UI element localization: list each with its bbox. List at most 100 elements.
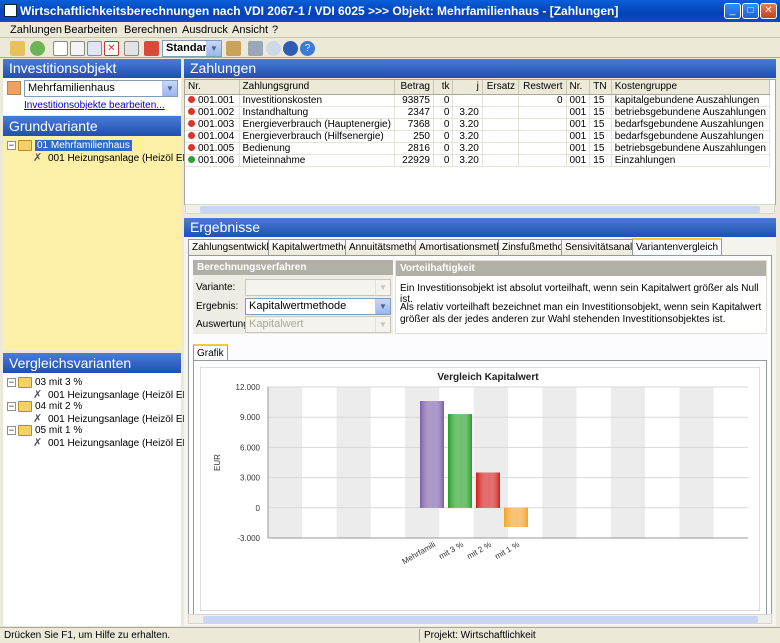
style-select[interactable]: Standard ▼: [162, 40, 222, 57]
expense-status-icon: [188, 144, 195, 152]
menu-zahlungen[interactable]: Zahlungen: [10, 22, 62, 38]
grund-header: Grundvariante: [3, 116, 181, 136]
ergebnisse-hscroll[interactable]: [188, 614, 772, 624]
edit-invest-link[interactable]: Investitionsobjekte bearbeiten...: [24, 100, 165, 111]
tree-child-v3[interactable]: ✗ 001 Heizungsanlage (Heizöl EL): [33, 437, 191, 450]
menu-bearbeiten[interactable]: Bearbeiten: [64, 22, 117, 38]
new-document-icon[interactable]: [53, 41, 68, 56]
auswertung-select[interactable]: Kapitalwert ▼: [245, 316, 391, 333]
zahlungen-hscroll[interactable]: [185, 204, 775, 214]
refresh-icon[interactable]: [30, 41, 45, 56]
cell-restwert: [518, 142, 567, 155]
menu-help[interactable]: ?: [272, 22, 278, 38]
col-nr2[interactable]: Nr.: [566, 80, 591, 95]
properties-icon[interactable]: [124, 41, 139, 56]
menu-ausdruck[interactable]: Ausdruck: [182, 22, 228, 38]
grafik-panel: 12.000 9.000 6.000 3.000 0 -3.000 Vergleich Ka…: [193, 360, 767, 616]
tree-root-v1[interactable]: − 03 mit 3 %: [7, 376, 82, 389]
cell-tn: 15: [589, 130, 612, 143]
col-gruppe[interactable]: Kostengruppe: [611, 80, 771, 95]
tab-content: Berechnungsverfahren Variante: ▼ Ergebni…: [188, 255, 772, 621]
y-tick-label: 12.000: [236, 383, 261, 392]
invest-title: Investitionsobjekt: [9, 60, 117, 76]
ergebnis-select[interactable]: Kapitalwertmethode ▼: [245, 298, 391, 315]
minimize-button[interactable]: _: [724, 3, 741, 19]
cell-tk: 0: [433, 106, 454, 119]
cell-betrag: 250: [394, 130, 434, 143]
row-number: 001.003: [198, 118, 235, 130]
collapse-icon[interactable]: −: [7, 377, 16, 387]
calculate-icon[interactable]: [144, 41, 159, 56]
table-row[interactable]: 001.002 Instandhaltung 2347 0 3.20 001 15 betri…: [185, 106, 771, 119]
maximize-button[interactable]: □: [742, 3, 759, 19]
col-tk[interactable]: tk: [433, 80, 454, 95]
cell-nr: 001.006: [185, 154, 240, 167]
cell-tn: 15: [589, 106, 612, 119]
tree-child-label: 001 Heizungsanlage (Heizöl EL): [48, 438, 192, 449]
folder-icon: [18, 424, 32, 436]
copy-icon[interactable]: [70, 41, 85, 56]
cell-gruppe: Einzahlungen: [611, 154, 771, 167]
collapse-icon[interactable]: −: [7, 401, 16, 411]
cell-tk: 0: [433, 154, 454, 167]
cell-restwert: 0: [518, 94, 567, 107]
cell-restwert: [518, 130, 567, 143]
menu-berechnen[interactable]: Berechnen: [124, 22, 177, 38]
cell-betrag: 93875: [394, 94, 434, 107]
y-tick-label: 6.000: [240, 443, 261, 452]
tree-root-v2[interactable]: − 04 mit 2 %: [7, 400, 82, 413]
open-icon[interactable]: [10, 41, 25, 56]
collapse-icon[interactable]: −: [7, 425, 16, 435]
col-nr[interactable]: Nr.: [185, 80, 240, 95]
tree-root-grund[interactable]: − 01 Mehrfamilienhaus: [7, 139, 132, 152]
col-grund[interactable]: Zahlungsgrund: [239, 80, 395, 95]
status-divider: [419, 629, 420, 642]
table-row[interactable]: 001.004 Energieverbrauch (Hilfsenergie) 25…: [185, 130, 771, 143]
settings-icon[interactable]: [226, 41, 241, 56]
window-title-bar: Wirtschaftlichkeitsberechnungen nach VDI…: [0, 0, 780, 22]
vorteil-title: Vorteilhaftigkeit: [396, 261, 766, 276]
web-icon[interactable]: [283, 41, 298, 56]
verfahren-title: Berechnungsverfahren: [193, 260, 393, 275]
col-j[interactable]: j: [452, 80, 483, 95]
cell-tk: 0: [433, 94, 454, 107]
table-row[interactable]: 001.003 Energieverbrauch (Hauptenergie) 73…: [185, 118, 771, 131]
table-row[interactable]: 001.005 Bedienung 2816 0 3.20 001 15 betriebsge…: [185, 142, 771, 155]
variante-select[interactable]: ▼: [245, 279, 391, 296]
zahlungen-title: Zahlungen: [190, 60, 257, 76]
cell-j: 3.20: [452, 142, 483, 155]
bar-highlight: [504, 507, 528, 527]
scroll-thumb[interactable]: [200, 206, 760, 213]
print-icon[interactable]: [248, 41, 263, 56]
col-restwert[interactable]: Restwert: [518, 80, 567, 95]
bar-highlight: [448, 414, 472, 508]
tree-child-grund[interactable]: ✗ 001 Heizungsanlage (Heizöl EL): [33, 152, 191, 165]
y-axis-label: EUR: [213, 454, 222, 471]
close-button[interactable]: ✕: [760, 3, 777, 19]
cell-tk: 0: [433, 118, 454, 131]
window-title: Wirtschaftlichkeitsberechnungen nach VDI…: [20, 4, 619, 18]
menu-ansicht[interactable]: Ansicht: [232, 22, 268, 38]
help-icon[interactable]: ?: [300, 41, 315, 56]
tab-grafik[interactable]: Grafik: [193, 344, 228, 361]
cell-tk: 0: [433, 142, 454, 155]
invest-select[interactable]: Mehrfamilienhaus ▼: [24, 80, 178, 97]
ergebnisse-title: Ergebnisse: [190, 219, 261, 235]
grid-band: [713, 387, 748, 538]
grid-band: [576, 387, 611, 538]
cell-ersatz: [482, 130, 520, 143]
scroll-thumb[interactable]: [203, 616, 758, 623]
collapse-icon[interactable]: −: [7, 140, 16, 150]
tree-root-v3[interactable]: − 05 mit 1 %: [7, 424, 82, 437]
table-row[interactable]: 001.006 Mieteinnahme 22929 0 3.20 001 15 Einzah…: [185, 154, 771, 167]
delete-icon[interactable]: ✕: [104, 41, 119, 56]
paste-icon[interactable]: [87, 41, 102, 56]
zahlungen-header: Zahlungen: [184, 59, 776, 78]
col-tn[interactable]: TN: [589, 80, 612, 95]
preview-icon[interactable]: [266, 41, 281, 56]
col-ersatz[interactable]: Ersatz: [482, 80, 520, 95]
table-row[interactable]: 001.001 Investitionskosten 93875 0 0 001 15 kap…: [185, 94, 771, 107]
tab-variantenvergleich[interactable]: Variantenvergleich: [632, 238, 723, 255]
col-betrag[interactable]: Betrag: [394, 80, 434, 95]
y-tick-label: -3.000: [237, 534, 260, 543]
